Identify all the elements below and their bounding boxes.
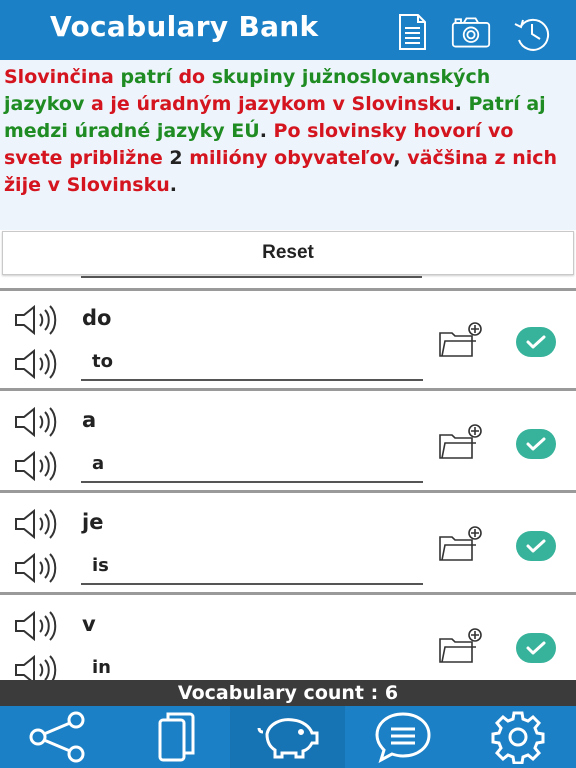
checkmark-icon[interactable] bbox=[516, 327, 556, 357]
passage-word[interactable]: do bbox=[178, 66, 205, 88]
passage-word[interactable]: približne bbox=[69, 147, 163, 169]
speaker-icon[interactable] bbox=[13, 508, 59, 540]
add-to-folder-icon[interactable] bbox=[438, 423, 484, 461]
translation-text: a bbox=[92, 453, 105, 474]
settings-icon[interactable] bbox=[460, 706, 575, 768]
passage-word[interactable]: úradné bbox=[74, 120, 150, 142]
passage-word[interactable]: väčšina bbox=[407, 147, 488, 169]
speaker-icon[interactable] bbox=[13, 304, 59, 336]
passage-separator bbox=[481, 120, 488, 142]
history-icon[interactable] bbox=[512, 12, 552, 52]
passage-word[interactable]: Slovinsku bbox=[67, 174, 170, 196]
vocabulary-row: aa bbox=[0, 393, 576, 493]
row-divider bbox=[0, 592, 576, 595]
passage-word[interactable]: aj bbox=[526, 93, 545, 115]
passage-word[interactable]: Patrí bbox=[469, 93, 520, 115]
checkmark-icon[interactable] bbox=[516, 633, 556, 663]
translation-text: in bbox=[92, 657, 111, 678]
reset-area: Reset bbox=[0, 231, 576, 275]
passage-word[interactable]: Po bbox=[274, 120, 301, 142]
vocabulary-row: je is bbox=[0, 495, 576, 595]
speaker-icon[interactable] bbox=[13, 348, 59, 380]
word-label: v bbox=[82, 612, 96, 636]
bottom-tab-bar bbox=[0, 706, 576, 768]
row-divider bbox=[0, 388, 576, 391]
passage-word[interactable]: nich bbox=[512, 147, 557, 169]
passage-word[interactable]: je bbox=[110, 93, 129, 115]
speaker-icon[interactable] bbox=[13, 610, 59, 642]
document-icon[interactable] bbox=[392, 12, 432, 52]
passage-separator bbox=[326, 93, 333, 115]
passage-separator bbox=[345, 93, 352, 115]
checkmark-icon[interactable] bbox=[516, 531, 556, 561]
passage-word[interactable]: hovorí bbox=[413, 120, 481, 142]
vocabulary-count: Vocabulary count : 6 bbox=[0, 680, 576, 706]
header-bar: Vocabulary Bank bbox=[0, 0, 576, 60]
passage-word[interactable]: v bbox=[333, 93, 345, 115]
passage-word[interactable]: v bbox=[48, 174, 60, 196]
page-title: Vocabulary Bank bbox=[50, 10, 319, 43]
passage-word[interactable]: 2 bbox=[163, 147, 189, 169]
passage-word[interactable]: . bbox=[170, 174, 177, 196]
passage-word[interactable]: z bbox=[495, 147, 506, 169]
checkmark-icon[interactable] bbox=[516, 429, 556, 459]
passage-word[interactable]: skupiny bbox=[212, 66, 296, 88]
passage-word[interactable]: medzi bbox=[4, 120, 68, 142]
passage-separator bbox=[84, 93, 91, 115]
row-divider bbox=[0, 490, 576, 493]
passage-word[interactable]: svete bbox=[4, 147, 63, 169]
word-label: a bbox=[82, 408, 97, 432]
passage-word[interactable]: EÚ bbox=[231, 120, 259, 142]
passage-word[interactable]: milióny bbox=[189, 147, 267, 169]
passage-separator bbox=[488, 147, 495, 169]
passage-word[interactable]: patrí bbox=[120, 66, 171, 88]
scrolled-row-underline bbox=[81, 276, 422, 278]
add-to-folder-icon[interactable] bbox=[438, 525, 484, 563]
passage-word[interactable]: vo bbox=[488, 120, 513, 142]
passage-word[interactable]: . bbox=[455, 93, 469, 115]
passage-separator bbox=[205, 66, 212, 88]
speaker-icon[interactable] bbox=[13, 552, 59, 584]
share-icon[interactable] bbox=[0, 706, 115, 768]
add-to-folder-icon[interactable] bbox=[438, 321, 484, 359]
reading-passage: Slovinčina patrí do skupiny južnoslovans… bbox=[0, 60, 576, 230]
passage-separator bbox=[295, 66, 302, 88]
translation-field[interactable]: is bbox=[81, 551, 423, 585]
translation-field[interactable]: a bbox=[81, 449, 423, 483]
add-to-folder-icon[interactable] bbox=[438, 627, 484, 665]
passage-word[interactable]: jazykov bbox=[4, 93, 84, 115]
passage-word[interactable]: obyvateľov bbox=[274, 147, 393, 169]
passage-separator bbox=[60, 174, 67, 196]
translation-text: is bbox=[92, 555, 109, 576]
chat-icon[interactable] bbox=[345, 706, 460, 768]
word-label: do bbox=[82, 306, 112, 330]
vocabulary-row: do to bbox=[0, 291, 576, 391]
speaker-icon[interactable] bbox=[13, 406, 59, 438]
passage-word[interactable]: Slovinčina bbox=[4, 66, 114, 88]
passage-word[interactable]: jazyky bbox=[157, 120, 225, 142]
translation-text: to bbox=[92, 351, 113, 372]
passage-separator bbox=[41, 174, 48, 196]
passage-word[interactable]: Slovinsku bbox=[352, 93, 455, 115]
passage-word[interactable]: , bbox=[393, 147, 407, 169]
word-label: je bbox=[82, 510, 104, 534]
speaker-icon[interactable] bbox=[13, 450, 59, 482]
piggy-bank-icon[interactable] bbox=[230, 706, 345, 768]
passage-word[interactable]: . bbox=[260, 120, 274, 142]
camera-icon[interactable] bbox=[451, 12, 491, 52]
cards-icon[interactable] bbox=[115, 706, 230, 768]
passage-word[interactable]: žije bbox=[4, 174, 41, 196]
passage-word[interactable]: a bbox=[91, 93, 104, 115]
passage-word[interactable]: úradným bbox=[136, 93, 231, 115]
passage-word[interactable]: slovinsky bbox=[307, 120, 407, 142]
translation-field[interactable]: to bbox=[81, 347, 423, 381]
passage-word[interactable]: južnoslovanských bbox=[302, 66, 490, 88]
passage-word[interactable]: jazykom bbox=[238, 93, 326, 115]
reset-button[interactable]: Reset bbox=[2, 231, 574, 275]
passage-separator bbox=[150, 120, 157, 142]
